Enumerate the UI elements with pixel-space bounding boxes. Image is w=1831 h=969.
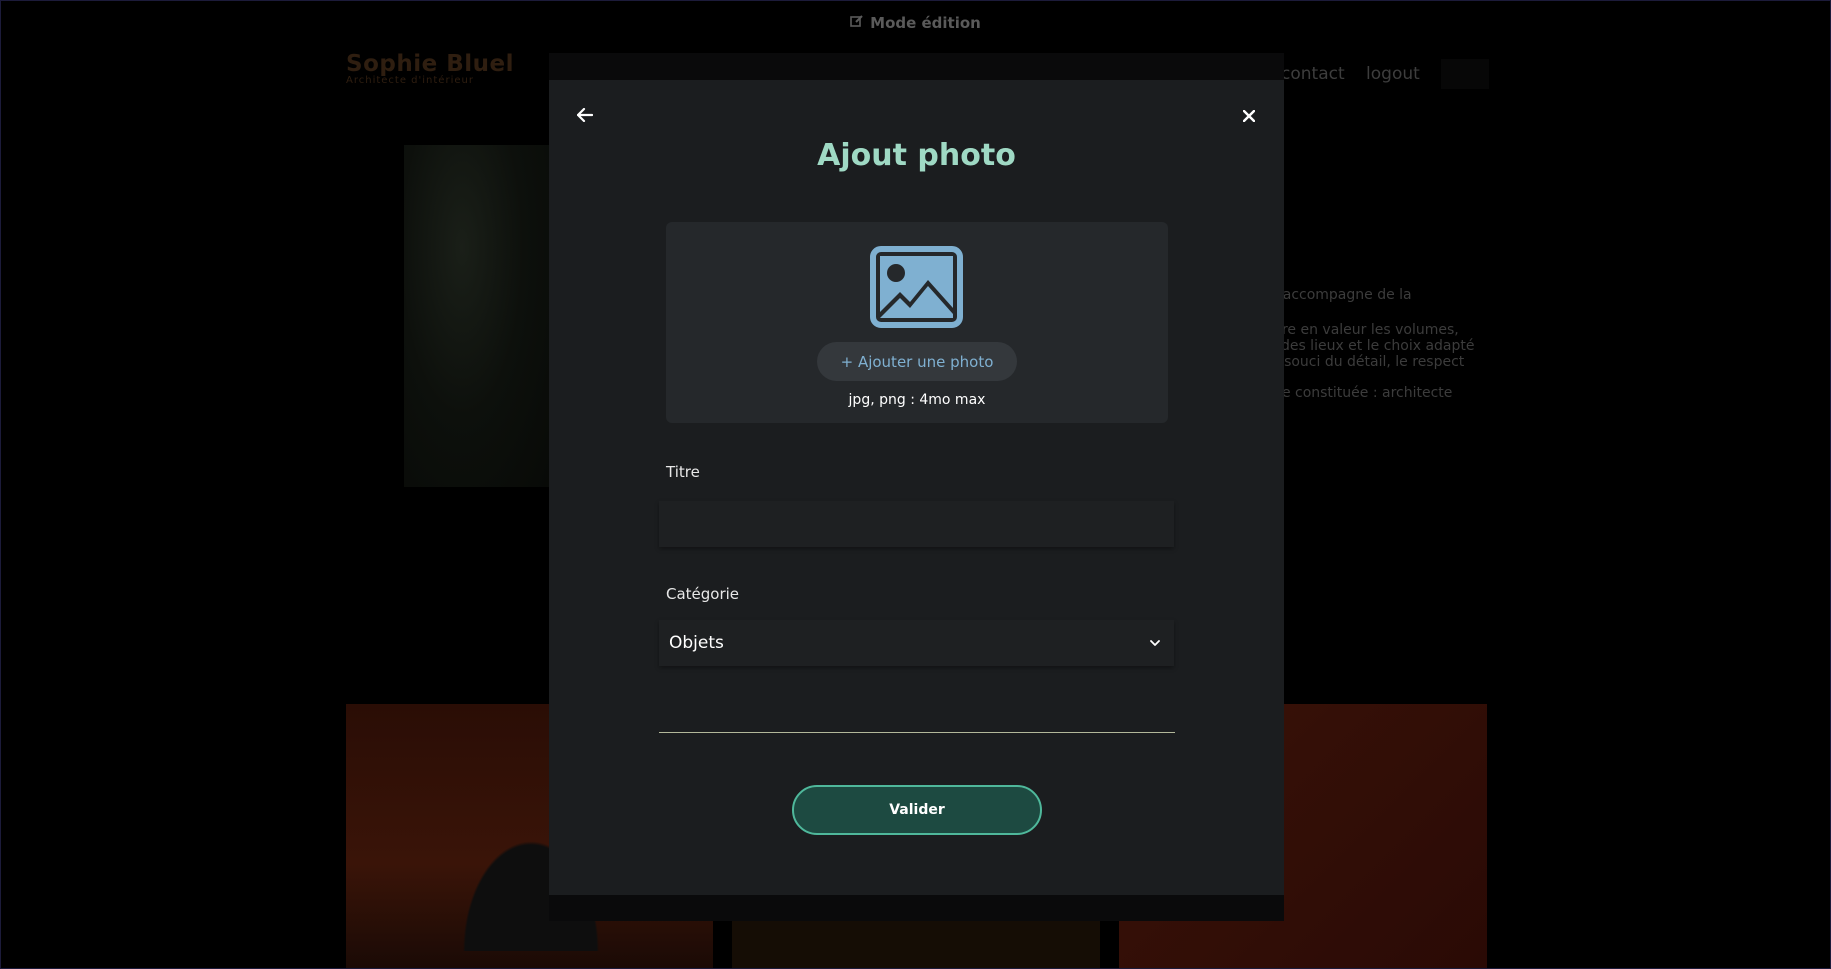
page: Mode édition Sophie Bluel Architecte d'i…: [0, 0, 1831, 969]
nav-contact[interactable]: contact: [1281, 64, 1345, 84]
gallery-photo: [732, 921, 1100, 968]
close-icon: [1242, 107, 1256, 126]
intro-text-line: t des lieux et le choix adapté: [1271, 338, 1475, 354]
edit-mode-bar[interactable]: Mode édition: [1, 14, 1830, 32]
architect-photo: [404, 145, 549, 487]
main-nav: contact logout: [1281, 64, 1436, 84]
intro-text-line: tre constituée : architecte: [1271, 385, 1453, 401]
intro-text-line: e souci du détail, le respect: [1271, 354, 1465, 370]
edit-mode-label: Mode édition: [870, 14, 981, 32]
edit-icon: [850, 14, 864, 32]
arrow-left-icon: [576, 107, 594, 126]
add-photo-button[interactable]: + Ajouter une photo: [817, 342, 1017, 381]
modal-title: Ajout photo: [817, 138, 1016, 173]
close-button[interactable]: [1237, 104, 1261, 128]
intro-text-line: ttre en valeur les volumes,: [1271, 322, 1459, 338]
category-select-value: Objets: [669, 633, 724, 653]
submit-button[interactable]: Valider: [792, 785, 1042, 835]
back-button[interactable]: [573, 104, 597, 128]
intro-text-line: s accompagne de la: [1271, 287, 1412, 303]
title-label: Titre: [666, 463, 700, 481]
category-label: Catégorie: [666, 585, 740, 603]
instagram-icon[interactable]: [1441, 59, 1489, 89]
form-divider: [659, 732, 1175, 733]
title-input[interactable]: [659, 501, 1174, 547]
logo[interactable]: Sophie Bluel Architecte d'intérieur: [346, 51, 514, 86]
nav-logout[interactable]: logout: [1366, 64, 1420, 84]
add-photo-modal: [549, 80, 1284, 895]
chevron-down-icon: [1148, 636, 1162, 650]
category-select[interactable]: Objets: [659, 620, 1174, 666]
upload-hint: jpg, png : 4mo max: [848, 392, 986, 408]
logo-name: Sophie Bluel: [346, 51, 514, 77]
image-icon: [870, 246, 963, 328]
